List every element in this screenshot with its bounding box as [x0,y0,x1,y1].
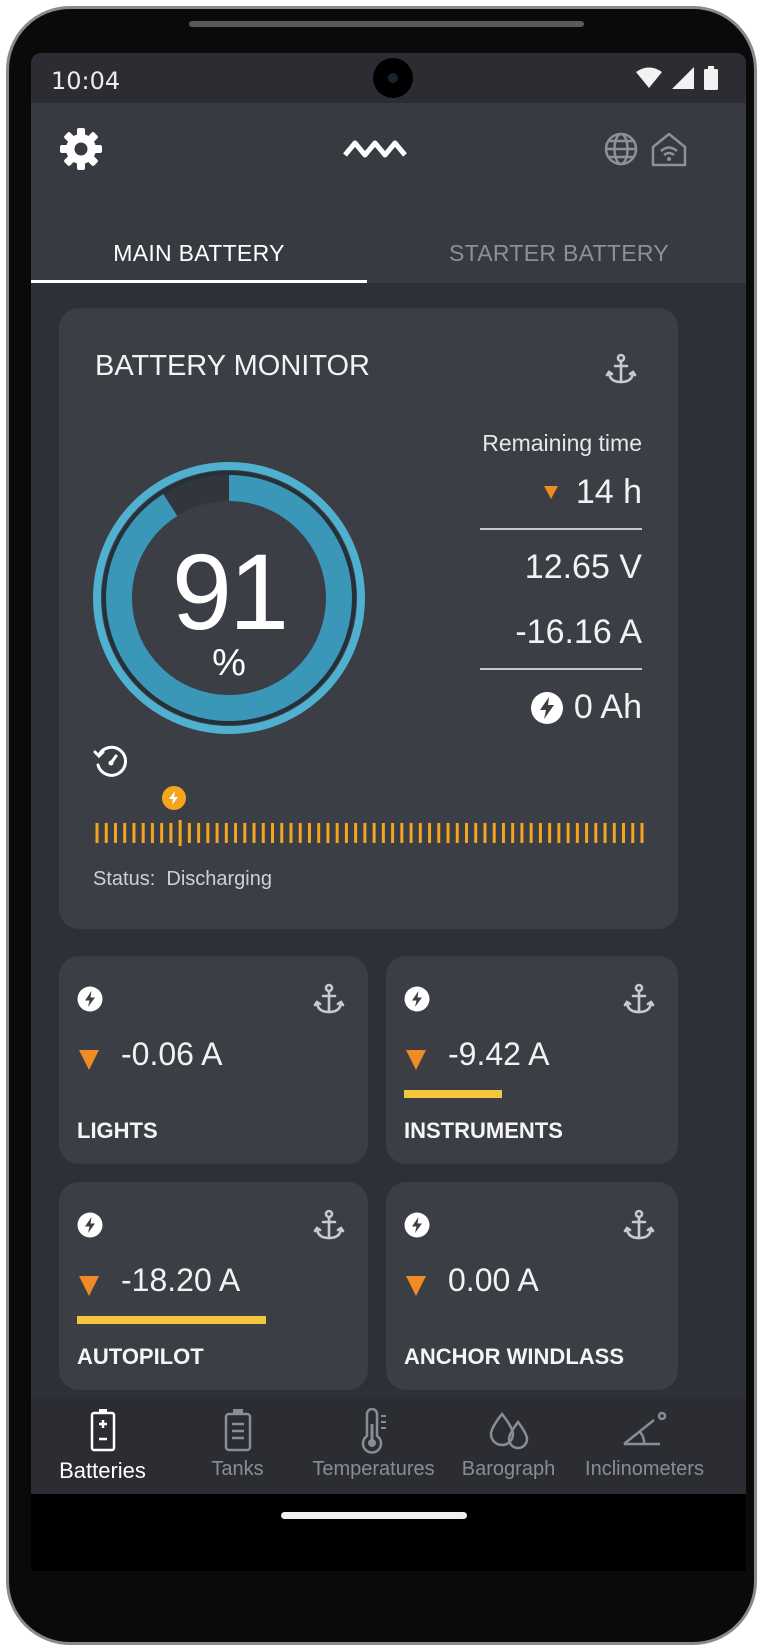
charge-bolt-icon [404,986,430,1012]
home-network-icon[interactable] [649,129,689,169]
discharge-tick-scale [95,820,644,846]
voltage-value: 12.65 V [524,548,642,586]
load-card[interactable]: -0.06 A LIGHTS [59,956,368,1164]
home-gesture-handle[interactable] [281,1512,467,1519]
card-title: BATTERY MONITOR [95,350,371,382]
nav-batteries[interactable]: Batteries [31,1398,174,1494]
soc-value: 91 [171,531,289,652]
nav-inclinometers[interactable]: Inclinometers [573,1398,716,1494]
current-value: -16.16 A [515,613,642,651]
thermometer-icon [361,1408,386,1454]
droplets-icon [489,1411,528,1450]
signal-icon [672,67,694,89]
charge-bolt-icon [77,986,103,1012]
down-triangle-icon [543,486,558,499]
state-of-charge-gauge: 91 % [91,460,367,736]
gesture-bar [31,1494,746,1571]
status-label: Status: [93,868,156,890]
load-name: LIGHTS [77,1118,158,1143]
wifi-icon [636,67,662,88]
status-bar: 10:04 [31,53,746,103]
phone-frame: 10:04 MAIN BATTERY STARTER BATTERY BATTE… [6,6,757,1645]
down-triangle-icon [406,1276,426,1296]
history-gauge-icon[interactable] [93,743,129,779]
remaining-time-value: 14 h [575,473,642,511]
charge-marker-icon [162,786,186,810]
anchor-icon[interactable] [312,1208,346,1242]
anchor-icon[interactable] [604,352,638,386]
down-triangle-icon [79,1050,99,1070]
load-current-value: -18.20 A [121,1262,241,1298]
inclinometer-icon [622,1411,666,1446]
status-value: Discharging [166,868,272,890]
clock: 10:04 [51,67,121,95]
app-screen: 10:04 MAIN BATTERY STARTER BATTERY BATTE… [31,53,746,1571]
charge-bolt-icon [77,1212,103,1238]
load-name: AUTOPILOT [77,1344,204,1369]
down-triangle-icon [79,1276,99,1296]
load-name: ANCHOR WINDLASS [404,1344,624,1369]
bottom-navigation: Batteries Tanks Temperatures Barograph I… [31,1398,746,1494]
soc-unit: % [212,642,246,684]
load-level-bar [77,1316,266,1324]
charge-bolt-icon [404,1212,430,1238]
tab-main-battery[interactable]: MAIN BATTERY [31,223,367,283]
load-card[interactable]: 0.00 A ANCHOR WINDLASS [386,1182,678,1390]
nav-label: Inclinometers [585,1458,704,1480]
nav-temperatures[interactable]: Temperatures [302,1398,445,1494]
remaining-time-label: Remaining time [482,430,642,456]
consumed-ah-value: 0 Ah [573,688,642,726]
consumed-row: 0 Ah [530,688,642,727]
load-current-value: -9.42 A [448,1036,550,1072]
divider [480,668,642,670]
app-logo-icon [343,140,407,158]
gear-icon[interactable] [57,125,105,173]
tank-icon [224,1409,251,1452]
load-level-bar [404,1090,502,1098]
anchor-icon[interactable] [312,982,346,1016]
nav-tanks[interactable]: Tanks [166,1398,309,1494]
charge-bolt-icon [530,691,563,724]
speaker-slit [189,21,584,27]
active-tab-indicator [31,280,367,283]
load-name: INSTRUMENTS [404,1118,563,1143]
app-header: MAIN BATTERY STARTER BATTERY [31,103,746,283]
battery-monitor-card[interactable]: BATTERY MONITOR 91 % Remaining time 14 h… [59,308,678,929]
load-card[interactable]: -9.42 A INSTRUMENTS [386,956,678,1164]
nav-barograph[interactable]: Barograph [437,1398,580,1494]
remaining-time-row: 14 h [543,473,642,512]
globe-icon[interactable] [603,131,639,167]
load-current-value: 0.00 A [448,1262,539,1298]
load-card[interactable]: -18.20 A AUTOPILOT [59,1182,368,1390]
tab-starter-battery[interactable]: STARTER BATTERY [391,223,727,283]
battery-status-icon [704,66,718,90]
load-current-value: -0.06 A [121,1036,223,1072]
divider [480,528,642,530]
anchor-icon[interactable] [622,1208,656,1242]
status-line: Status: Discharging [93,868,272,891]
battery-icon [90,1409,115,1452]
front-camera [373,58,413,98]
down-triangle-icon [406,1050,426,1070]
system-icons [636,66,718,90]
anchor-icon[interactable] [622,982,656,1016]
